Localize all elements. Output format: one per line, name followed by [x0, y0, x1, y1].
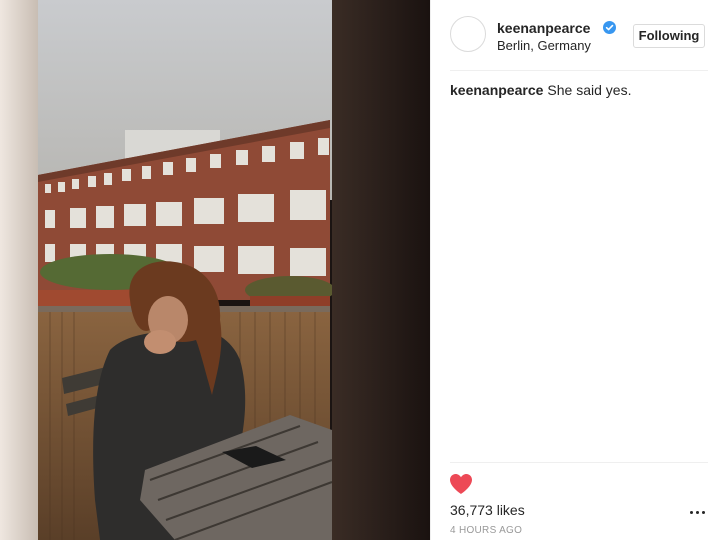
post-photo[interactable] — [0, 0, 430, 540]
divider — [450, 70, 708, 71]
caption-username-link[interactable]: keenanpearce — [450, 82, 543, 98]
verified-badge-icon — [603, 21, 616, 34]
avatar[interactable] — [450, 16, 486, 52]
post-sidebar: keenanpearce Berlin, Germany Following k… — [430, 0, 727, 540]
heart-icon[interactable] — [448, 472, 474, 496]
caption-text: She said yes. — [547, 82, 632, 98]
instagram-post: keenanpearce Berlin, Germany Following k… — [0, 0, 727, 540]
following-button[interactable]: Following — [633, 24, 705, 48]
post-timestamp: 4 HOURS AGO — [450, 525, 523, 536]
photo-illustration — [0, 0, 430, 540]
caption: keenanpearce She said yes. — [450, 82, 631, 98]
likes-count[interactable]: 36,773 likes — [450, 502, 525, 518]
more-options-icon[interactable] — [688, 505, 708, 519]
divider — [450, 462, 708, 463]
post-header: keenanpearce Berlin, Germany Following — [450, 16, 710, 62]
location-link[interactable]: Berlin, Germany — [497, 38, 591, 53]
username-link[interactable]: keenanpearce — [497, 20, 590, 36]
